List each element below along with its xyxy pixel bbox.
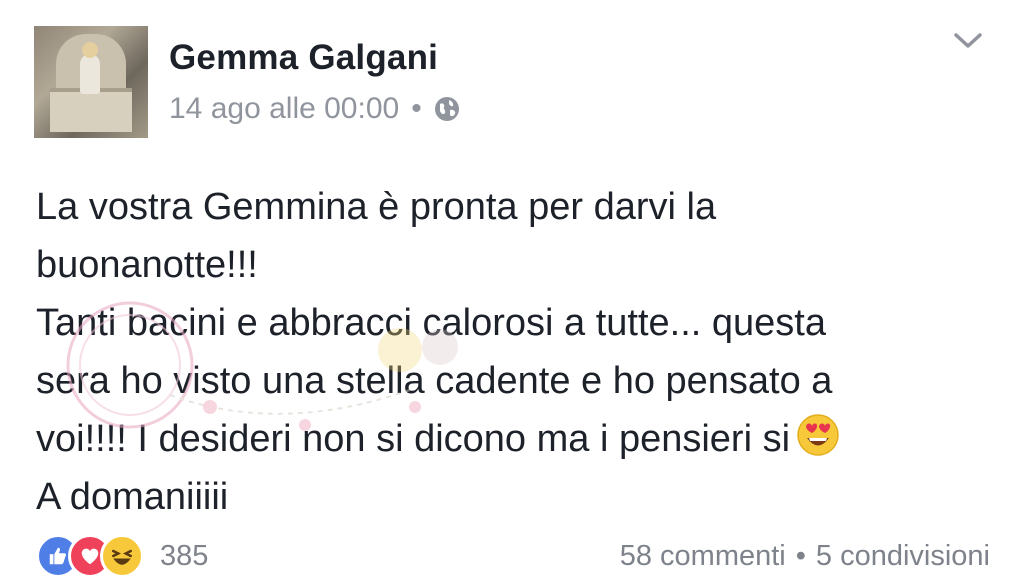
shares-link[interactable]: 5 condivisioni [816,540,990,573]
avatar-balcony [50,88,132,132]
post-body-line: sera ho visto una stella cadente e ho pe… [36,360,833,402]
post-timestamp[interactable]: 14 ago alle 00:00 [169,92,399,126]
post-body-line: Tanti bacini e abbracci calorosi a tutte… [36,302,827,344]
post-body: La vostra Gemmina è pronta per darvi la … [36,178,1011,526]
heart-eyes-emoji-icon [796,413,840,457]
post-body-line: voi!!!! I desideri non si dicono ma i pe… [36,418,791,460]
post-body-line: buonanotte!!! [36,244,258,286]
author-name[interactable]: Gemma Galgani [169,38,438,78]
post-footer: 385 58 commenti • 5 condivisioni [36,532,990,580]
meta-separator: • [411,92,422,125]
stats-separator: • [795,539,806,572]
reaction-count: 385 [160,539,209,572]
comments-link[interactable]: 58 commenti [620,540,786,573]
globe-icon[interactable] [434,96,460,122]
post-body-line: La vostra Gemmina è pronta per darvi la [36,186,717,228]
post-meta: 14 ago alle 00:00 • [169,92,460,126]
author-avatar[interactable] [34,26,148,138]
reactions-summary[interactable]: 385 [36,534,208,578]
chevron-down-icon[interactable] [952,30,984,52]
avatar-person [80,54,100,94]
post-stats: 58 commenti • 5 condivisioni [620,540,990,573]
haha-icon [100,534,144,578]
post-body-line: A domaniiiii [36,476,229,518]
avatar-head [82,42,98,58]
post-body-line-with-emoji: voi!!!! I desideri non si dicono ma i pe… [36,410,1011,468]
